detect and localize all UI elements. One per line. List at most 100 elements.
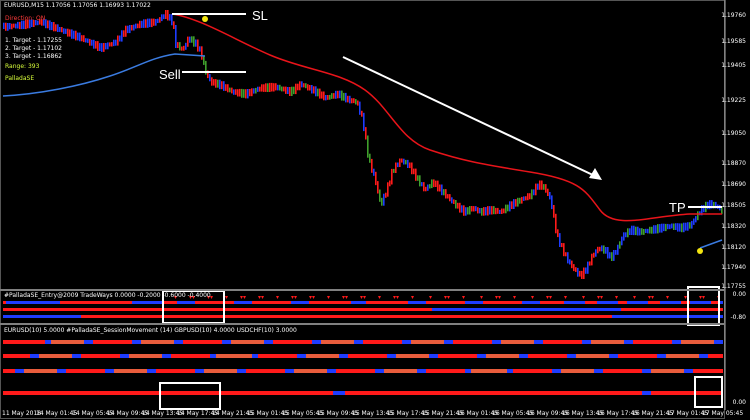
entry-cell bbox=[420, 308, 423, 311]
entry-cell bbox=[612, 301, 615, 304]
session-cell bbox=[66, 340, 69, 344]
entry-cell bbox=[591, 301, 594, 304]
session-cell bbox=[552, 354, 555, 358]
price-candle bbox=[255, 87, 257, 94]
session-cell bbox=[495, 354, 498, 358]
price-candle bbox=[469, 206, 471, 215]
session-cell bbox=[267, 340, 270, 344]
session-cell bbox=[648, 354, 651, 358]
session-cell bbox=[621, 369, 624, 373]
price-candle bbox=[497, 207, 499, 214]
price-candle bbox=[653, 225, 655, 234]
entry-cell bbox=[294, 301, 297, 304]
entry-cell bbox=[96, 308, 99, 311]
entry-cell bbox=[360, 301, 363, 304]
session-cell bbox=[156, 340, 159, 344]
entry-cell bbox=[522, 308, 525, 311]
session-cell bbox=[150, 340, 153, 344]
session-cell bbox=[126, 391, 129, 395]
entry-cell bbox=[660, 315, 663, 318]
entry-cell bbox=[417, 315, 420, 318]
price-candle bbox=[587, 261, 589, 274]
entry-cell bbox=[228, 315, 231, 318]
entry-cell bbox=[525, 315, 528, 318]
session-cell bbox=[318, 340, 321, 344]
price-candle bbox=[663, 223, 665, 232]
entry-cell bbox=[657, 308, 660, 311]
session-cell bbox=[486, 354, 489, 358]
session-cell bbox=[186, 369, 189, 373]
entry-cell bbox=[99, 308, 102, 311]
entry-cell bbox=[546, 315, 549, 318]
entry-cell bbox=[183, 301, 186, 304]
session-cell bbox=[387, 354, 390, 358]
entry-cell bbox=[684, 308, 687, 311]
entry-cell bbox=[45, 308, 48, 311]
entry-cell bbox=[411, 315, 414, 318]
entry-cell bbox=[612, 315, 615, 318]
session-cell bbox=[630, 340, 633, 344]
session-cell bbox=[42, 340, 45, 344]
price-candle bbox=[519, 197, 521, 204]
session-cell bbox=[234, 354, 237, 358]
entry-cell bbox=[531, 308, 534, 311]
session-cell bbox=[357, 340, 360, 344]
session-cell bbox=[702, 369, 705, 373]
session-cell bbox=[126, 340, 129, 344]
session-cell bbox=[615, 369, 618, 373]
entry-cell bbox=[600, 315, 603, 318]
entry-cell bbox=[582, 308, 585, 311]
price-candle bbox=[615, 250, 617, 255]
price-candle bbox=[127, 25, 129, 34]
session-cell bbox=[600, 369, 603, 373]
entry-cell bbox=[624, 301, 627, 304]
entry-cell bbox=[342, 301, 345, 304]
session-cell bbox=[387, 391, 390, 395]
session-cell bbox=[15, 340, 18, 344]
session-cell bbox=[516, 340, 519, 344]
entry-cell bbox=[42, 308, 45, 311]
entry-cell bbox=[258, 301, 261, 304]
entry-cell bbox=[234, 308, 237, 311]
entry-cell bbox=[459, 301, 462, 304]
entry-cell bbox=[615, 308, 618, 311]
session-cell bbox=[696, 354, 699, 358]
entry-cell bbox=[363, 308, 366, 311]
session-cell bbox=[72, 340, 75, 344]
price-candle bbox=[289, 87, 291, 96]
session-cell bbox=[240, 391, 243, 395]
entry-arrow bbox=[360, 296, 363, 299]
entry-cell bbox=[492, 301, 495, 304]
entry-cell bbox=[645, 315, 648, 318]
entry-cell bbox=[324, 308, 327, 311]
session-cell bbox=[63, 340, 66, 344]
session-cell bbox=[345, 369, 348, 373]
entry-cell bbox=[237, 315, 240, 318]
entry-cell bbox=[96, 301, 99, 304]
session-cell bbox=[471, 354, 474, 358]
price-candle bbox=[515, 199, 517, 207]
chart-canvas[interactable] bbox=[0, 0, 750, 420]
session-cell bbox=[591, 354, 594, 358]
price-candle bbox=[671, 223, 673, 229]
entry-cell bbox=[291, 301, 294, 304]
session-cell bbox=[588, 340, 591, 344]
session-cell bbox=[618, 354, 621, 358]
entry-cell bbox=[399, 308, 402, 311]
price-candle bbox=[533, 189, 535, 196]
session-cell bbox=[510, 369, 513, 373]
session-cell bbox=[162, 354, 165, 358]
panel-divider[interactable] bbox=[0, 289, 725, 291]
entry-cell bbox=[147, 301, 150, 304]
session-cell bbox=[165, 369, 168, 373]
price-candle bbox=[397, 162, 399, 168]
price-candle bbox=[337, 90, 339, 99]
entry-cell bbox=[324, 315, 327, 318]
session-cell bbox=[561, 340, 564, 344]
session-cell bbox=[369, 340, 372, 344]
session-cell bbox=[453, 391, 456, 395]
session-cell bbox=[435, 340, 438, 344]
session-cell bbox=[105, 391, 108, 395]
entry-cell bbox=[9, 308, 12, 311]
panel-divider[interactable] bbox=[0, 323, 725, 325]
